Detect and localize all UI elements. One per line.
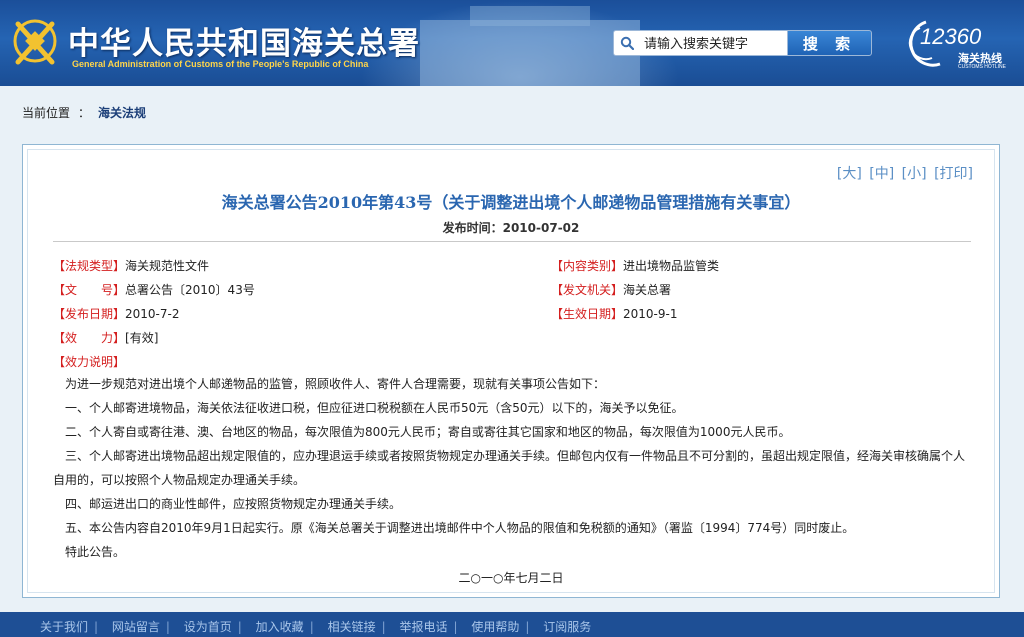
footer-link-favorite[interactable]: 加入收藏: [256, 620, 304, 634]
hotline-label-english: CUSTOMS HOTLINE: [958, 64, 1006, 70]
body-paragraph: 二、个人寄自或寄往港、澳、台地区的物品，每次限值为800元人民币；寄自或寄往其它…: [65, 425, 791, 439]
footer-divider: |: [165, 620, 170, 634]
footer-link-related[interactable]: 相关链接: [328, 620, 376, 634]
search-button[interactable]: 搜 索: [787, 30, 872, 56]
site-title: 中华人民共和国海关总署: [68, 26, 420, 62]
footer-divider: |: [453, 620, 458, 634]
footer-link-about[interactable]: 关于我们: [40, 620, 88, 634]
meta-document-number: 【文 号】总署公告〔2010〕43号: [53, 281, 255, 298]
meta-label: 【发布日期】: [53, 307, 126, 321]
body-paragraph: 一、个人邮寄进境物品，海关依法征收进口税，但应征进口税税额在人民币50元（含50…: [65, 401, 684, 415]
font-small-button[interactable]: [小]: [902, 166, 927, 182]
meta-value: 2010-9-1: [623, 307, 678, 321]
body-paragraph: 为进一步规范对进出境个人邮递物品的监管，照顾收件人、寄件人合理需要，现就有关事项…: [65, 377, 606, 391]
footer-link-message[interactable]: 网站留言: [112, 620, 160, 634]
document-body: 为进一步规范对进出境个人邮递物品的监管，照顾收件人、寄件人合理需要，现就有关事项…: [53, 372, 971, 564]
meta-value: 进出境物品监管类: [623, 259, 720, 273]
footer-link-homepage[interactable]: 设为首页: [184, 620, 232, 634]
footer-divider: |: [94, 620, 99, 634]
meta-value: [有效]: [125, 331, 159, 345]
meta-validity: 【效 力】[有效]: [53, 329, 158, 346]
site-header: 中华人民共和国海关总署 General Administration of Cu…: [0, 0, 1024, 86]
hotline-number: 12360: [920, 24, 982, 49]
body-paragraph: 五、本公告内容自2010年9月1日起实行。原《海关总署关于调整进出境邮件中个人物…: [65, 521, 855, 535]
breadcrumb-separator: ：: [78, 106, 91, 120]
signature-date: 二○一○年七月二日: [458, 571, 564, 585]
meta-content-category: 【内容类别】进出境物品监管类: [551, 257, 719, 274]
search-input[interactable]: [642, 34, 786, 54]
meta-regulation-type: 【法规类型】海关规范性文件: [53, 257, 209, 274]
title-divider: [53, 241, 971, 242]
meta-label: 【法规类型】: [53, 259, 126, 273]
meta-validity-note: 【效力说明】: [53, 353, 125, 370]
meta-label: 【效力说明】: [53, 355, 126, 369]
font-large-button[interactable]: [大]: [837, 166, 862, 182]
footer-links: 关于我们 | 网站留言 | 设为首页 | 加入收藏 | 相关链接 | 举报电话 | 使用帮助…: [40, 618, 597, 635]
publish-date: 发布时间：2010-07-02: [442, 221, 580, 235]
document-panel: [大] [中] [小] [打印] 海关总署公告2010年第43号（关于调整进出境…: [22, 144, 1000, 598]
meta-value: 海关规范性文件: [125, 259, 210, 273]
footer-divider: |: [525, 620, 530, 634]
meta-label: 【内容类别】: [551, 259, 624, 273]
font-medium-button[interactable]: [中]: [869, 166, 894, 182]
footer-link-help[interactable]: 使用帮助: [471, 620, 519, 634]
footer-divider: |: [381, 620, 386, 634]
customs-building-image: [420, 20, 640, 86]
footer-divider: |: [237, 620, 242, 634]
breadcrumb-current-link[interactable]: 海关法规: [98, 106, 146, 120]
meta-label: 【效 力】: [53, 331, 126, 345]
site-title-english: General Administration of Customs of the…: [72, 59, 369, 69]
meta-issuing-authority: 【发文机关】海关总署: [551, 281, 671, 298]
site-footer: 关于我们 | 网站留言 | 设为首页 | 加入收藏 | 相关链接 | 举报电话 | 使用帮助…: [0, 612, 1024, 637]
font-size-tools: [大] [中] [小] [打印]: [834, 163, 973, 183]
footer-divider: |: [309, 620, 314, 634]
body-paragraph: 特此公告。: [65, 545, 126, 559]
meta-label: 【发文机关】: [551, 283, 624, 297]
meta-label: 【文 号】: [53, 283, 126, 297]
breadcrumb-label: 当前位置: [22, 106, 71, 120]
meta-value: 总署公告〔2010〕43号: [125, 283, 255, 297]
meta-issue-date: 【发布日期】2010-7-2: [53, 305, 179, 322]
meta-label: 【生效日期】: [551, 307, 624, 321]
search-icon: [620, 36, 634, 50]
document-title: 海关总署公告2010年第43号（关于调整进出境个人邮递物品管理措施有关事宜）: [221, 193, 801, 212]
meta-value: 2010-7-2: [125, 307, 180, 321]
customs-building-tower: [470, 6, 590, 26]
body-paragraph: 三、个人邮寄进出境物品超出规定限值的，应办理退运手续或者按照货物规定办理通关手续…: [53, 449, 966, 487]
breadcrumb: 当前位置 ： 海关法规: [22, 104, 146, 121]
customs-emblem-icon: [13, 19, 57, 65]
print-button[interactable]: [打印]: [934, 166, 973, 182]
body-paragraph: 四、邮运进出口的商业性邮件，应按照货物规定办理通关手续。: [65, 497, 402, 511]
search-box: [613, 30, 788, 56]
footer-link-report[interactable]: 举报电话: [399, 620, 447, 634]
meta-effective-date: 【生效日期】2010-9-1: [551, 305, 677, 322]
meta-value: 海关总署: [623, 283, 672, 297]
footer-link-subscribe[interactable]: 订阅服务: [543, 620, 591, 634]
